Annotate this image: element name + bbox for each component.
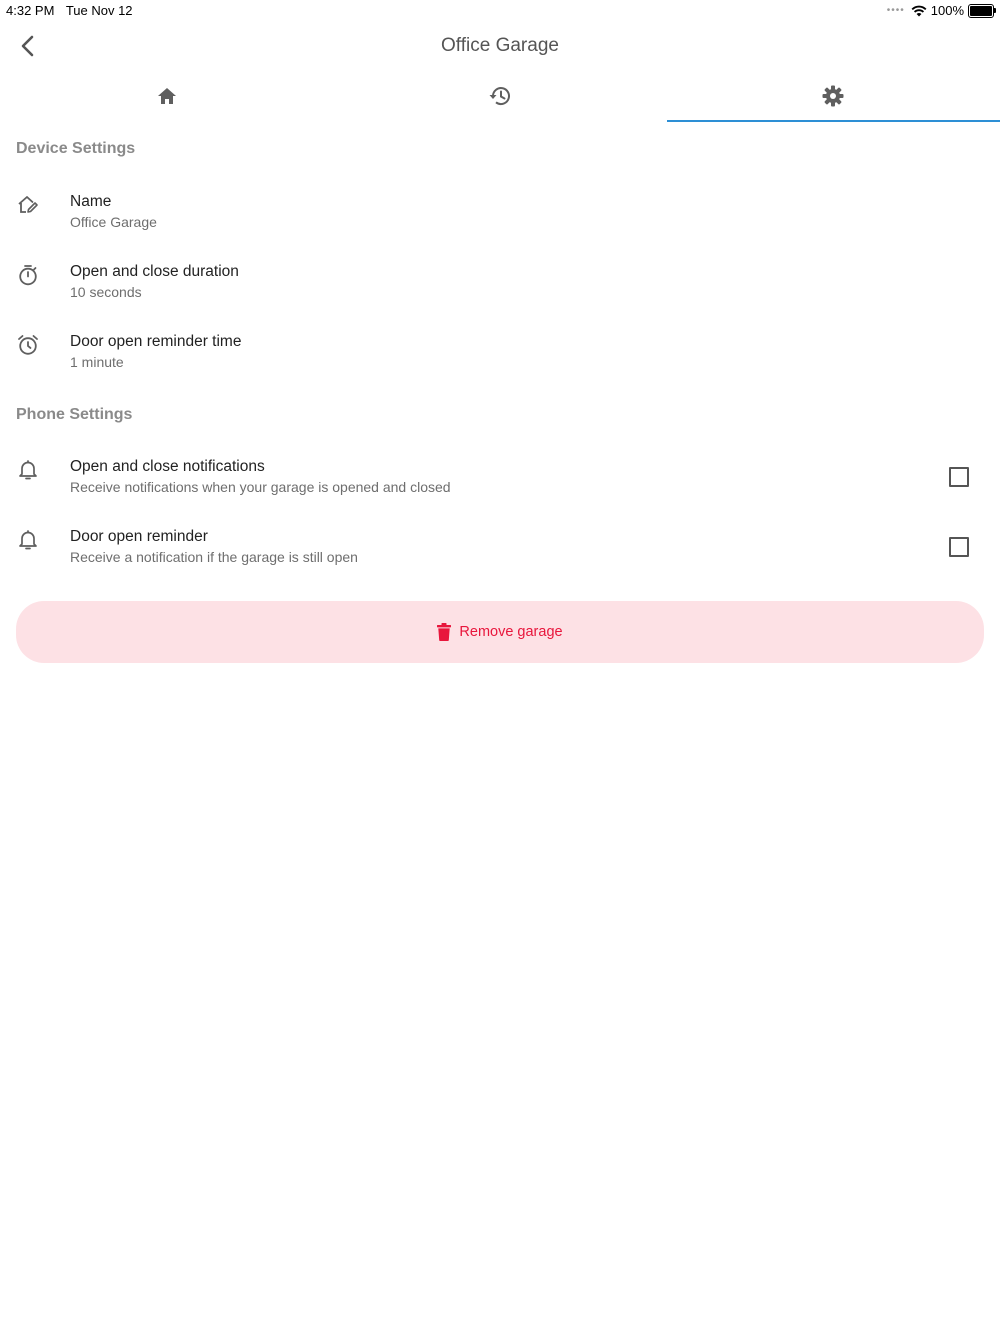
phone-settings-header: Phone Settings (16, 406, 133, 423)
signal-dots-icon: •••• (886, 5, 905, 16)
setting-value: Office Garage (70, 214, 157, 230)
setting-title: Door open reminder (70, 528, 208, 545)
status-right: •••• 100% (886, 3, 996, 18)
setting-title: Name (70, 193, 112, 210)
open-close-notifications-checkbox[interactable] (949, 467, 969, 487)
battery-icon (968, 3, 996, 18)
setting-title: Open and close notifications (70, 458, 265, 475)
home-edit-icon (16, 193, 40, 217)
page-title: Office Garage (441, 35, 559, 56)
tab-history[interactable] (333, 74, 666, 122)
status-bar: 4:32 PM Tue Nov 12 •••• 100% (0, 0, 1000, 22)
setting-row-reminder-time[interactable]: Door open reminder time 1 minute (0, 333, 1000, 403)
history-icon (488, 85, 512, 112)
status-left: 4:32 PM Tue Nov 12 (6, 3, 141, 18)
setting-row-open-close-duration[interactable]: Open and close duration 10 seconds (0, 263, 1000, 333)
battery-fill (970, 5, 992, 16)
gear-icon (822, 85, 844, 112)
setting-row-door-open-reminder[interactable]: Door open reminder Receive a notificatio… (0, 528, 1000, 598)
home-icon (157, 87, 177, 110)
setting-description: Receive a notification if the garage is … (70, 549, 358, 565)
setting-value: 1 minute (70, 354, 124, 370)
status-time: 4:32 PM (6, 3, 55, 18)
remove-garage-label: Remove garage (459, 624, 563, 640)
bell-icon (16, 458, 40, 482)
status-date: Tue Nov 12 (65, 3, 133, 18)
remove-garage-button[interactable]: Remove garage (16, 601, 984, 663)
tab-home[interactable] (0, 74, 333, 122)
wifi-icon (911, 5, 927, 17)
trash-icon (437, 623, 452, 641)
setting-row-name[interactable]: Name Office Garage (0, 193, 1000, 263)
bell-icon (16, 528, 40, 552)
setting-value: 10 seconds (70, 284, 142, 300)
app-bar: Office Garage (0, 22, 1000, 74)
door-open-reminder-checkbox[interactable] (949, 537, 969, 557)
setting-description: Receive notifications when your garage i… (70, 479, 451, 495)
setting-title: Open and close duration (70, 263, 239, 280)
tab-bar (0, 74, 1000, 122)
battery-percentage: 100% (930, 3, 964, 18)
device-settings-header: Device Settings (16, 140, 136, 157)
timer-icon (16, 263, 40, 287)
setting-row-open-close-notifications[interactable]: Open and close notifications Receive not… (0, 458, 1000, 528)
setting-title: Door open reminder time (70, 333, 242, 350)
alarm-clock-icon (16, 333, 40, 357)
tab-settings[interactable] (666, 74, 1000, 122)
